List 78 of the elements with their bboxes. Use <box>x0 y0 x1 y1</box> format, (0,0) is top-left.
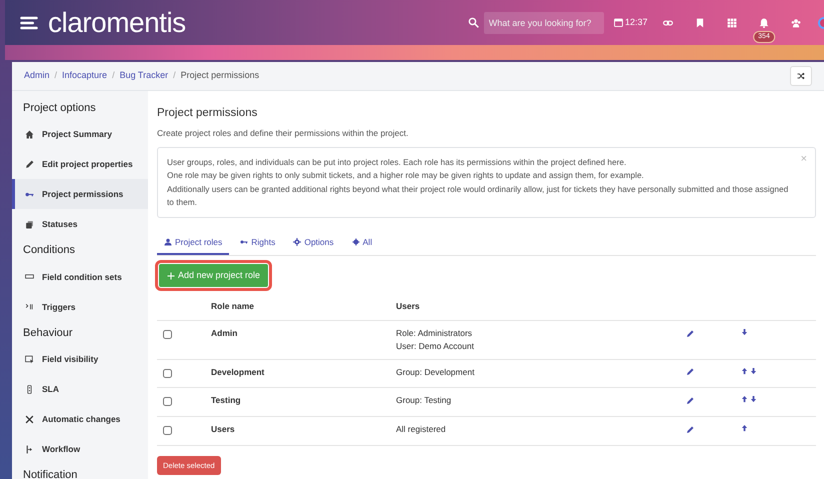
role-name: Development <box>207 359 392 388</box>
info-text: Additionally users can be granted additional rights beyond what their project role would ordinarily allow, just for tickets they have personally submitted and those assigned to them. <box>167 182 790 209</box>
gear-icon <box>293 238 302 246</box>
breadcrumb-separator: / <box>54 69 58 82</box>
meter-icon <box>25 384 34 394</box>
row-checkbox[interactable] <box>163 330 172 340</box>
bookmark-icon[interactable] <box>695 18 705 28</box>
sidebar-item[interactable]: Statuses <box>12 209 148 240</box>
page-title: Project permissions <box>157 106 258 121</box>
tab[interactable]: Rights <box>233 232 282 255</box>
sidebar-item[interactable]: Automatic changes <box>12 404 148 434</box>
breadcrumb-link[interactable]: Bug Tracker <box>120 69 168 83</box>
role-name: Testing <box>207 388 392 417</box>
sidebar-heading: Conditions <box>22 243 76 258</box>
sidebar-item[interactable]: Triggers <box>12 292 148 322</box>
sidebar-item[interactable]: Project permissions <box>12 179 148 210</box>
sidebar-item[interactable]: SLA <box>12 374 148 404</box>
info-text: One role may be given rights to only submit tickets, and a higher role may be given rights to update and assign them, for example. <box>167 169 645 182</box>
cursor-icon <box>25 354 34 364</box>
column-header: Users <box>392 293 682 321</box>
people-icon[interactable] <box>791 18 801 28</box>
sidebar-item[interactable]: Field visibility <box>12 344 148 374</box>
move-arrows-icon[interactable] <box>741 424 748 432</box>
role-users: Group: Testing <box>396 394 452 408</box>
tab[interactable]: Options <box>286 232 341 255</box>
row-checkbox[interactable] <box>163 426 172 436</box>
tab[interactable]: Project roles <box>157 232 230 255</box>
row-checkbox[interactable] <box>163 397 172 406</box>
breadcrumb-link[interactable]: Admin <box>24 69 50 83</box>
move-arrows-icon[interactable] <box>741 328 748 336</box>
breadcrumb-separator: / <box>112 69 115 82</box>
breadcrumb-link[interactable]: Infocapture <box>62 69 108 83</box>
key-icon <box>240 238 248 246</box>
house-icon <box>25 130 34 139</box>
pencil-icon[interactable] <box>686 330 694 338</box>
role-users: Group: Development <box>396 366 476 378</box>
role-users: All registered <box>396 423 447 436</box>
trigger-icon <box>25 302 34 312</box>
info-text: User groups, roles, and individuals can be put into project roles. Each role has its permissions within the project defined here. <box>167 156 628 169</box>
pencil-icon[interactable] <box>686 426 694 434</box>
shuffle-button[interactable] <box>790 66 812 86</box>
sidebar-item[interactable]: Field condition sets <box>12 262 148 292</box>
stack-icon <box>25 220 34 229</box>
sidebar-heading: Project options <box>22 100 97 116</box>
tab[interactable]: All <box>344 232 380 255</box>
sidebar-heading: Notification <box>22 468 78 479</box>
tools-icon <box>25 414 34 424</box>
breadcrumb-separator: / <box>173 69 176 82</box>
logo[interactable]: claromentis <box>48 8 186 36</box>
role-users: Role: Administrators <box>396 327 474 340</box>
user-icon <box>164 238 172 246</box>
plus-icon <box>167 272 175 280</box>
clock-time[interactable]: 12:37 <box>614 16 648 30</box>
pencil-icon <box>25 160 34 169</box>
rectangle-icon <box>25 272 34 282</box>
sidebar-item[interactable]: Workflow <box>12 434 148 464</box>
row-checkbox[interactable] <box>163 368 172 378</box>
calendar-icon <box>614 18 623 27</box>
flow-icon <box>25 444 34 454</box>
breadcrumb-current: Project permissions <box>180 69 260 82</box>
move-arrows-icon[interactable] <box>741 366 758 375</box>
move-arrows-icon[interactable] <box>741 395 758 404</box>
grid-icon[interactable] <box>727 18 737 28</box>
column-header: Role name <box>207 293 392 321</box>
sidebar-item[interactable]: Edit project properties <box>12 149 148 180</box>
page-subtitle: Create project roles and define their permissions within the project. <box>157 127 410 140</box>
role-name: Users <box>207 416 392 446</box>
sidebar-item[interactable]: Project Summary <box>12 119 148 150</box>
search-icon <box>468 17 479 28</box>
asterisk-icon <box>352 238 360 246</box>
shuffle-icon <box>797 70 805 81</box>
bell-icon[interactable] <box>759 18 769 28</box>
pencil-icon[interactable] <box>686 368 694 376</box>
role-users: User: Demo Account <box>396 340 475 353</box>
link-icon[interactable] <box>663 18 673 28</box>
role-name: Admin <box>207 320 392 360</box>
pencil-icon[interactable] <box>686 397 694 406</box>
sidebar-heading: Behaviour <box>22 326 74 341</box>
